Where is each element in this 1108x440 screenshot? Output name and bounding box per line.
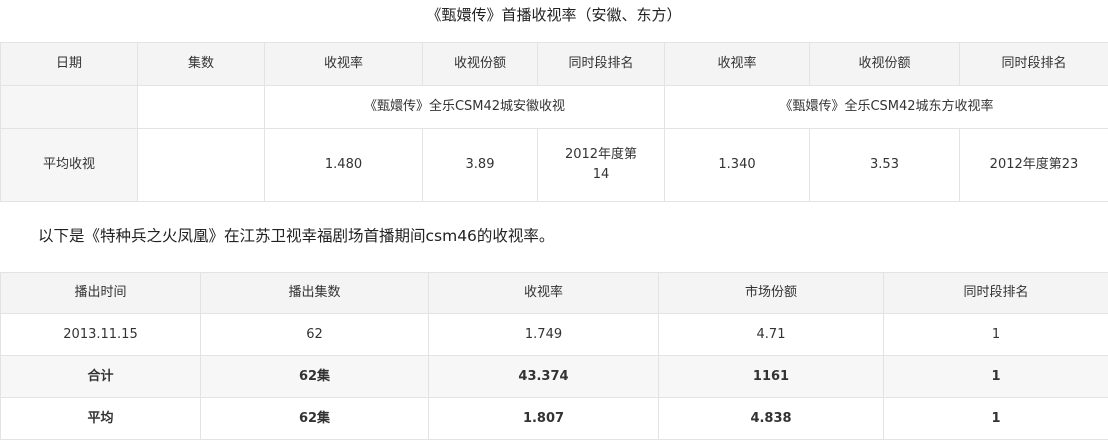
table-cell: 4.71 <box>659 314 884 356</box>
header-cell: 同时段排名 <box>960 43 1108 86</box>
header-cell: 收视率 <box>665 43 810 86</box>
table-header-row: 播出时间 播出集数 收视率 市场份额 同时段排名 <box>1 273 1108 314</box>
table-header-row: 日期 集数 收视率 收视份额 同时段排名 收视率 收视份额 同时段排名 <box>1 43 1108 86</box>
table-row: 平均收视 1.480 3.89 2012年度第14 1.340 3.53 201… <box>1 129 1108 202</box>
table-cell <box>138 129 265 202</box>
header-cell: 收视率 <box>265 43 423 86</box>
huofenghuang-ratings-table: 播出时间 播出集数 收视率 市场份额 同时段排名 2013.11.15 62 1… <box>0 272 1108 440</box>
table-cell: 平均 <box>1 398 201 440</box>
anhui-dongfang-ratings-table: 日期 集数 收视率 收视份额 同时段排名 收视率 收视份额 同时段排名 《甄嬛传… <box>0 42 1108 202</box>
table-cell: 43.374 <box>429 356 659 398</box>
header-cell: 收视率 <box>429 273 659 314</box>
dongfang-subheader: 《甄嬛传》全乐CSM42城东方收视率 <box>665 86 1108 129</box>
table-cell: 1 <box>884 398 1108 440</box>
table-cell: 1.480 <box>265 129 423 202</box>
header-cell: 同时段排名 <box>884 273 1108 314</box>
body-paragraph: 以下是《特种兵之火凤凰》在江苏卫视幸福剧场首播期间csm46的收视率。 <box>38 223 554 249</box>
table-cell: 62 <box>201 314 429 356</box>
table-cell: 62集 <box>201 398 429 440</box>
header-cell: 日期 <box>1 43 138 86</box>
table-cell: 合计 <box>1 356 201 398</box>
header-cell: 播出时间 <box>1 273 201 314</box>
table-cell: 62集 <box>201 356 429 398</box>
header-cell: 同时段排名 <box>538 43 665 86</box>
header-cell: 播出集数 <box>201 273 429 314</box>
table-cell: 2013.11.15 <box>1 314 201 356</box>
header-cell: 市场份额 <box>659 273 884 314</box>
header-cell: 集数 <box>138 43 265 86</box>
table-cell: 1161 <box>659 356 884 398</box>
table-row: 平均 62集 1.807 4.838 1 <box>1 398 1108 440</box>
anhui-subheader: 《甄嬛传》全乐CSM42城安徽收视 <box>265 86 665 129</box>
header-cell: 收视份额 <box>810 43 960 86</box>
table-row: 合计 62集 43.374 1161 1 <box>1 356 1108 398</box>
table-subheader-row: 《甄嬛传》全乐CSM42城安徽收视 《甄嬛传》全乐CSM42城东方收视率 <box>1 86 1108 129</box>
table-cell: 1.807 <box>429 398 659 440</box>
table-row: 2013.11.15 62 1.749 4.71 1 <box>1 314 1108 356</box>
table-cell: 2012年度第23 <box>960 129 1108 202</box>
table-cell: 1.749 <box>429 314 659 356</box>
empty-cell <box>1 86 138 129</box>
table-cell: 3.53 <box>810 129 960 202</box>
header-cell: 收视份额 <box>423 43 538 86</box>
page-title: 《甄嬛传》首播收视率（安徽、东方） <box>0 0 1108 30</box>
table-cell: 3.89 <box>423 129 538 202</box>
table-cell: 1.340 <box>665 129 810 202</box>
table-cell: 1 <box>884 314 1108 356</box>
row-label: 平均收视 <box>1 129 138 202</box>
table-cell: 4.838 <box>659 398 884 440</box>
empty-cell <box>138 86 265 129</box>
table-cell: 1 <box>884 356 1108 398</box>
table-cell: 2012年度第14 <box>538 129 665 202</box>
